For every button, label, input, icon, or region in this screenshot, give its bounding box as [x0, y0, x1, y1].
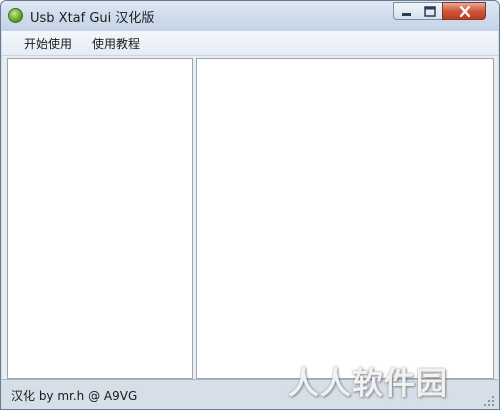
- title-bar[interactable]: Usb Xtaf Gui 汉化版: [1, 1, 499, 31]
- close-button[interactable]: [442, 2, 486, 20]
- maximize-button[interactable]: [418, 2, 443, 20]
- menu-bar: 开始使用 使用教程: [2, 31, 498, 56]
- app-window: Usb Xtaf Gui 汉化版 开始使用 使用教程 汉化 by mr.h @ …: [0, 0, 500, 410]
- minimize-icon: [402, 13, 411, 16]
- minimize-button[interactable]: [393, 2, 419, 20]
- right-pane[interactable]: [196, 58, 494, 379]
- window-title: Usb Xtaf Gui 汉化版: [30, 11, 155, 26]
- close-icon: [459, 5, 471, 18]
- maximize-icon: [424, 6, 436, 17]
- resize-grip-icon[interactable]: [483, 395, 495, 407]
- menu-item-tutorial[interactable]: 使用教程: [90, 35, 142, 52]
- main-content: [2, 56, 498, 379]
- menu-item-start[interactable]: 开始使用: [22, 35, 74, 52]
- left-pane[interactable]: [7, 58, 193, 379]
- app-icon: [8, 8, 23, 23]
- status-bar: 汉化 by mr.h @ A9VG: [2, 379, 498, 409]
- status-text: 汉化 by mr.h @ A9VG: [11, 389, 138, 403]
